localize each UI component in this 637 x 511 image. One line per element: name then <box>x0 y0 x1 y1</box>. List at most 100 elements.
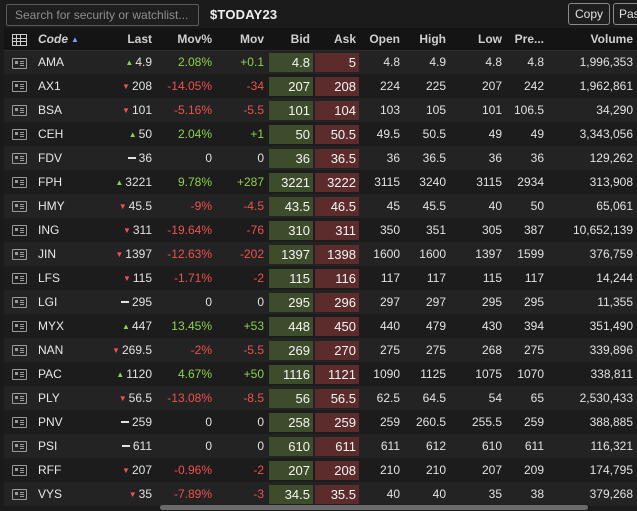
table-row[interactable]: JIN ▼ 1397 -12.63% -202 1397 1398 1600 1600 1397 1… <box>4 242 637 266</box>
table-row[interactable]: LGI 295 0 0 295 296 297 297 295 295 11,355 <box>4 290 637 314</box>
cell-bid[interactable]: 56 <box>268 386 314 410</box>
row-detail-button[interactable] <box>4 170 34 194</box>
col-last[interactable]: Last <box>94 28 156 51</box>
row-detail-button[interactable] <box>4 314 34 338</box>
row-detail-button[interactable] <box>4 218 34 242</box>
copy-button[interactable]: Copy <box>568 3 611 25</box>
cell-bid[interactable]: 207 <box>268 74 314 98</box>
down-arrow-icon: ▼ <box>122 82 130 91</box>
cell-movp: -0.96% <box>173 463 212 477</box>
cell-bid[interactable]: 4.8 <box>268 50 314 74</box>
cell-bid[interactable]: 610 <box>268 434 314 458</box>
row-detail-button[interactable] <box>4 458 34 482</box>
row-detail-button[interactable] <box>4 410 34 434</box>
table-row[interactable]: HMY ▼ 45.5 -9% -4.5 43.5 46.5 45 45.5 40 50 65,061 <box>4 194 637 218</box>
table-row[interactable]: LFS ▼ 115 -1.71% -2 115 116 117 117 115 117 14,244 <box>4 266 637 290</box>
col-low[interactable]: Low <box>450 28 506 51</box>
col-bid[interactable]: Bid <box>268 28 314 51</box>
table-row[interactable]: BSA ▼ 101 -5.16% -5.5 101 104 103 105 101 106.5 34,… <box>4 98 637 122</box>
cell-bid[interactable]: 1116 <box>268 362 314 386</box>
row-detail-button[interactable] <box>4 194 34 218</box>
cell-bid[interactable]: 34.5 <box>268 482 314 506</box>
cell-bid[interactable]: 43.5 <box>268 194 314 218</box>
col-code[interactable]: Code ▲ <box>34 28 94 51</box>
row-detail-button[interactable] <box>4 266 34 290</box>
table-row[interactable]: MYX ▲ 447 13.45% +53 448 450 440 479 430 394 351,49… <box>4 314 637 338</box>
table-row[interactable]: VYS ▼ 35 -7.89% -3 34.5 35.5 40 40 35 38 379,268 <box>4 482 637 506</box>
cell-ask[interactable]: 36.5 <box>314 146 360 170</box>
table-row[interactable]: AMA ▲ 4.9 2.08% +0.1 4.8 5 4.8 4.9 4.8 4.8 1,996,35… <box>4 50 637 74</box>
header-row: Code ▲ Last Mov% Mov Bid Ask Open High Lo… <box>4 28 637 51</box>
row-detail-button[interactable] <box>4 386 34 410</box>
cell-bid[interactable]: 1397 <box>268 242 314 266</box>
table-row[interactable]: FDV 36 0 0 36 36.5 36 36.5 36 36 129,262 <box>4 146 637 170</box>
table-row[interactable]: PSI 611 0 0 610 611 611 612 610 611 116,321 <box>4 434 637 458</box>
watchlist-title[interactable]: $TODAY23 <box>210 7 277 22</box>
row-detail-button[interactable] <box>4 98 34 122</box>
row-detail-button[interactable] <box>4 74 34 98</box>
cell-ask[interactable]: 5 <box>314 50 360 74</box>
row-detail-button[interactable] <box>4 434 34 458</box>
cell-bid[interactable]: 207 <box>268 458 314 482</box>
table-row[interactable]: PLY ▼ 56.5 -13.08% -8.5 56 56.5 62.5 64.5 54 65 2,5… <box>4 386 637 410</box>
cell-bid[interactable]: 50 <box>268 122 314 146</box>
table-row[interactable]: AX1 ▼ 208 -14.05% -34 207 208 224 225 207 242 1,962… <box>4 74 637 98</box>
row-detail-button[interactable] <box>4 362 34 386</box>
table-row[interactable]: FPH ▲ 3221 9.78% +287 3221 3222 3115 3240 3115 293… <box>4 170 637 194</box>
table-row[interactable]: RFF ▼ 207 -0.96% -2 207 208 210 210 207 209 174,795 <box>4 458 637 482</box>
table-row[interactable]: PNV 259 0 0 258 259 259 260.5 255.5 259 388,885 <box>4 410 637 434</box>
row-detail-button[interactable] <box>4 290 34 314</box>
cell-ask[interactable]: 270 <box>314 338 360 362</box>
paste-button[interactable]: Paste <box>613 3 637 25</box>
row-detail-button[interactable] <box>4 50 34 74</box>
cell-bid[interactable]: 258 <box>268 410 314 434</box>
cell-ask[interactable]: 116 <box>314 266 360 290</box>
ask-value: 1121 <box>315 364 359 384</box>
table-row[interactable]: NAN ▼ 269.5 -2% -5.5 269 270 275 275 268 275 339,89… <box>4 338 637 362</box>
cell-ask[interactable]: 104 <box>314 98 360 122</box>
search-input[interactable] <box>6 4 199 26</box>
row-detail-button[interactable] <box>4 338 34 362</box>
cell-movp: 13.45% <box>171 319 212 333</box>
cell-bid[interactable]: 310 <box>268 218 314 242</box>
cell-bid[interactable]: 3221 <box>268 170 314 194</box>
cell-bid[interactable]: 448 <box>268 314 314 338</box>
cell-bid[interactable]: 36 <box>268 146 314 170</box>
col-open[interactable]: Open <box>360 28 404 51</box>
cell-ask[interactable]: 296 <box>314 290 360 314</box>
cell-bid[interactable]: 295 <box>268 290 314 314</box>
cell-bid[interactable]: 269 <box>268 338 314 362</box>
cell-ask[interactable]: 56.5 <box>314 386 360 410</box>
cell-ask[interactable]: 208 <box>314 458 360 482</box>
col-mov[interactable]: Mov <box>216 28 268 51</box>
table-row[interactable]: ING ▼ 311 -19.64% -76 310 311 350 351 305 387 10,65… <box>4 218 637 242</box>
cell-ask[interactable]: 259 <box>314 410 360 434</box>
ask-value: 116 <box>315 268 359 288</box>
row-detail-button[interactable] <box>4 242 34 266</box>
cell-ask[interactable]: 50.5 <box>314 122 360 146</box>
horizontal-scrollbar[interactable] <box>160 505 588 510</box>
row-detail-button[interactable] <box>4 482 34 506</box>
cell-bid[interactable]: 115 <box>268 266 314 290</box>
column-chooser[interactable] <box>4 28 34 51</box>
col-movp[interactable]: Mov% <box>156 28 216 51</box>
col-ask[interactable]: Ask <box>314 28 360 51</box>
ask-value: 5 <box>315 52 359 72</box>
cell-ask[interactable]: 1121 <box>314 362 360 386</box>
cell-bid[interactable]: 101 <box>268 98 314 122</box>
cell-ask[interactable]: 35.5 <box>314 482 360 506</box>
cell-ask[interactable]: 450 <box>314 314 360 338</box>
cell-ask[interactable]: 311 <box>314 218 360 242</box>
table-row[interactable]: PAC ▲ 1120 4.67% +50 1116 1121 1090 1125 1075 1070… <box>4 362 637 386</box>
cell-ask[interactable]: 1398 <box>314 242 360 266</box>
cell-ask[interactable]: 46.5 <box>314 194 360 218</box>
col-prev[interactable]: Pre... <box>506 28 548 51</box>
col-volume[interactable]: Volume <box>548 28 637 51</box>
table-row[interactable]: CEH ▲ 50 2.04% +1 50 50.5 49.5 50.5 49 49 3,343,056 <box>4 122 637 146</box>
cell-ask[interactable]: 3222 <box>314 170 360 194</box>
row-detail-button[interactable] <box>4 146 34 170</box>
row-detail-button[interactable] <box>4 122 34 146</box>
cell-ask[interactable]: 208 <box>314 74 360 98</box>
cell-ask[interactable]: 611 <box>314 434 360 458</box>
col-high[interactable]: High <box>404 28 450 51</box>
